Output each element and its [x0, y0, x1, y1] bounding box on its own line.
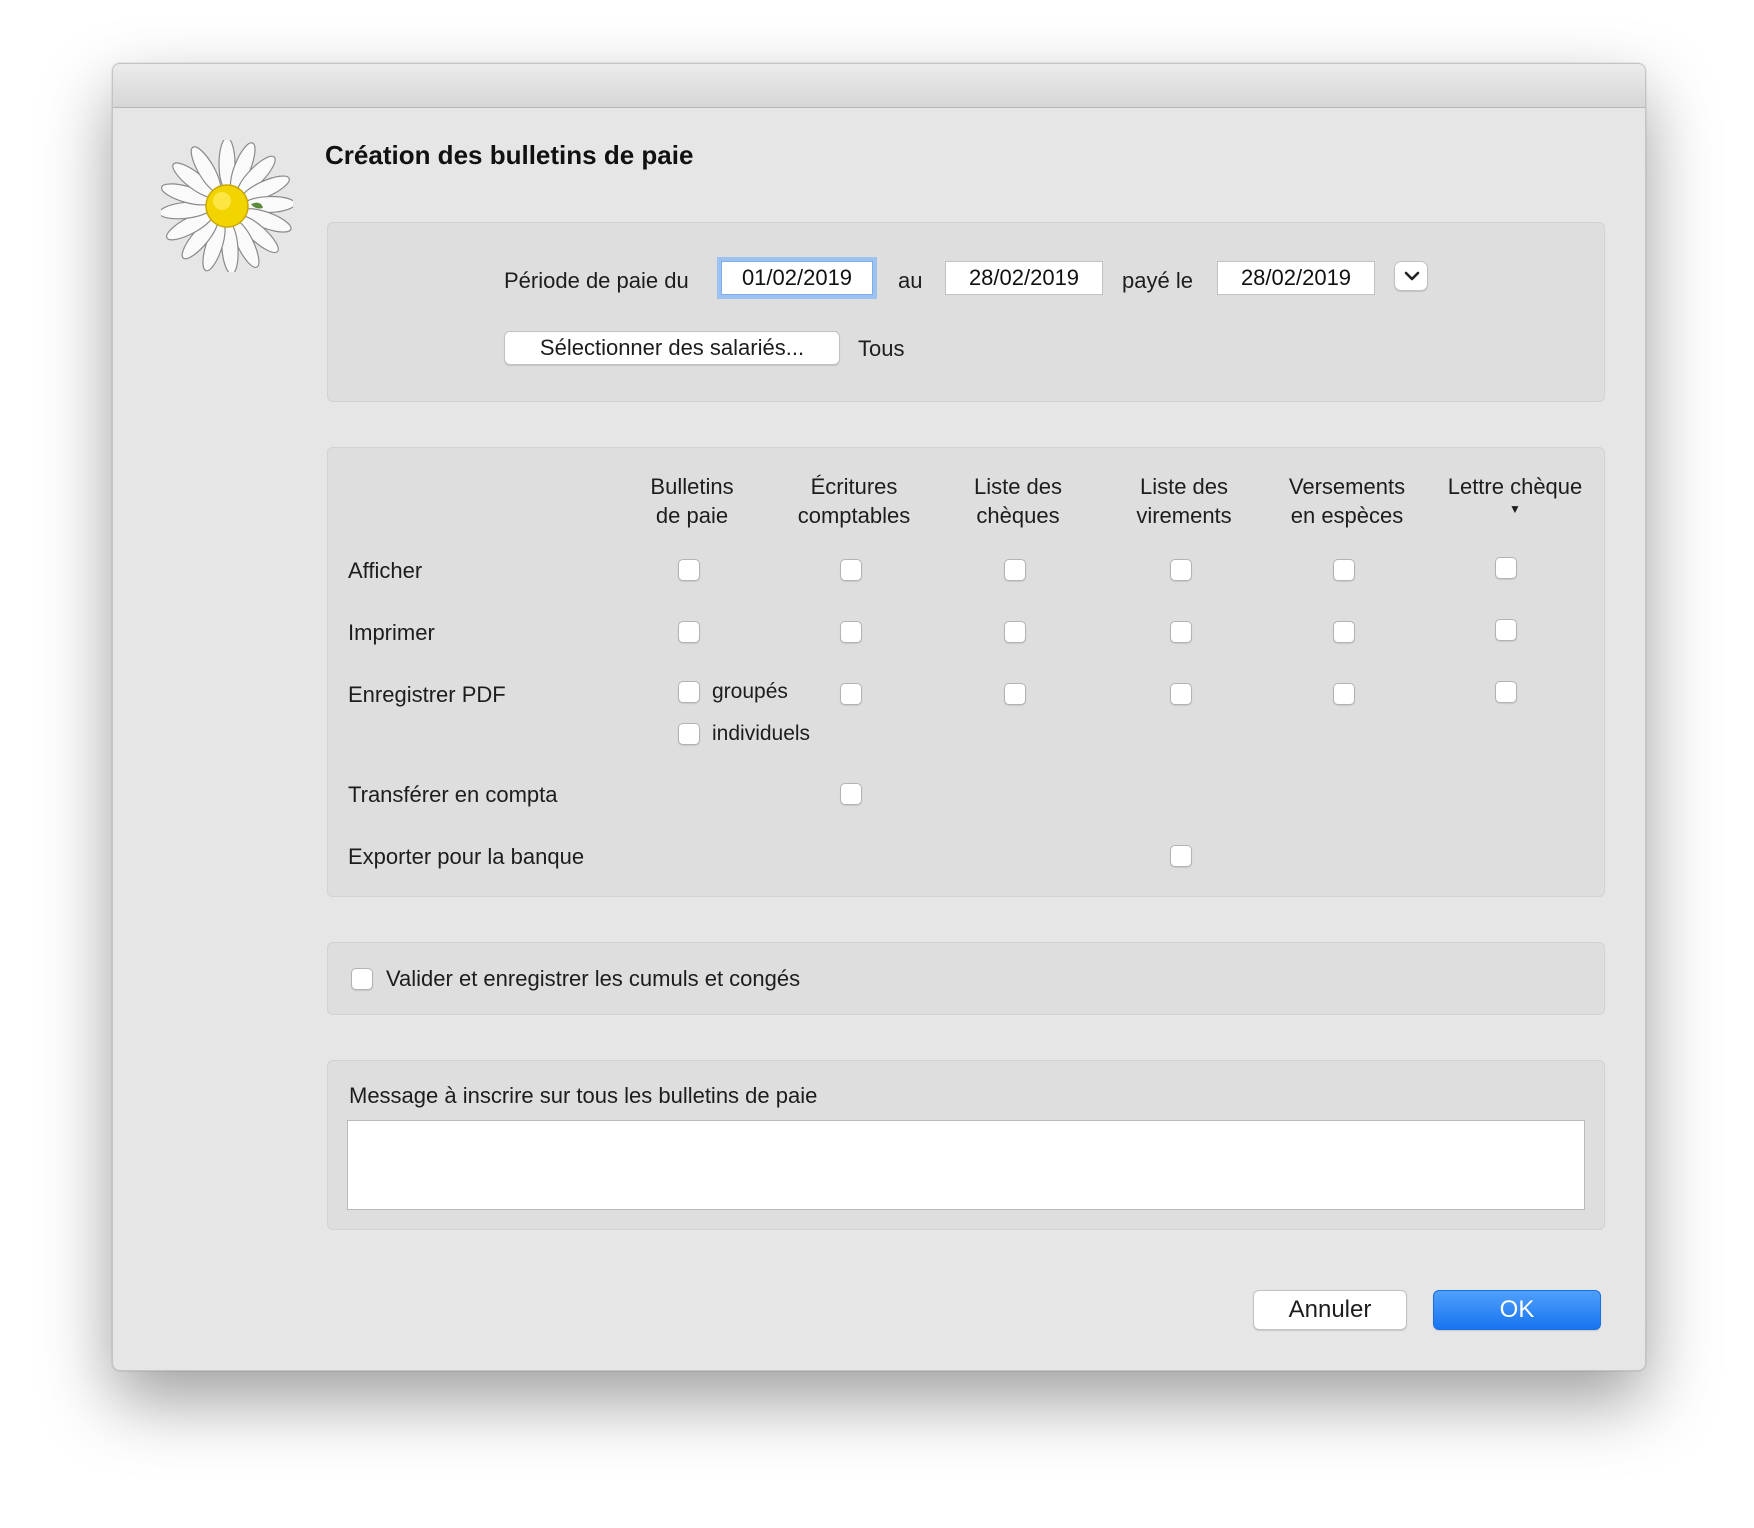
- checkbox-print-cheques[interactable]: [1004, 621, 1026, 643]
- chevron-down-icon: [1404, 271, 1420, 281]
- col-header-accounting-line2: comptables: [797, 503, 911, 528]
- col-header-transfers-line1: Liste des: [1139, 474, 1229, 499]
- message-textarea[interactable]: [347, 1120, 1585, 1210]
- period-panel: Période de paie du au payé le Sélectionn…: [327, 222, 1605, 402]
- title-bar[interactable]: [113, 64, 1645, 108]
- checkbox-pdf-grouped[interactable]: [678, 681, 700, 703]
- period-from-label: Période de paie du: [504, 268, 689, 293]
- row-label-transfer-accounting: Transférer en compta: [348, 782, 558, 807]
- col-header-cheque-letter-line1: Lettre chèque: [1447, 474, 1583, 499]
- ok-button[interactable]: OK: [1433, 1290, 1601, 1330]
- row-label-print: Imprimer: [348, 620, 435, 645]
- checkbox-print-payslips[interactable]: [678, 621, 700, 643]
- col-header-accounting-line1: Écritures: [810, 474, 898, 499]
- checkbox-print-cheque-letter[interactable]: [1495, 619, 1517, 641]
- checkbox-display-payslips[interactable]: [678, 559, 700, 581]
- date-dropdown-button[interactable]: [1394, 261, 1428, 291]
- col-header-cheques-line2: chèques: [976, 503, 1060, 528]
- checkbox-pdf-cash[interactable]: [1333, 683, 1355, 705]
- checkbox-pdf-cheque-letter[interactable]: [1495, 681, 1517, 703]
- col-header-cash-line1: Versements: [1288, 474, 1406, 499]
- paid-date-label: payé le: [1122, 268, 1193, 293]
- validate-cumuls-label: Valider et enregistrer les cumuls et con…: [386, 966, 801, 991]
- outputs-panel: Bulletins de paie Écritures comptables L…: [327, 447, 1605, 897]
- checkbox-print-accounting[interactable]: [840, 621, 862, 643]
- checkbox-transfer-accounting[interactable]: [840, 783, 862, 805]
- col-header-cheques-line1: Liste des: [973, 474, 1063, 499]
- checkbox-pdf-transfers[interactable]: [1170, 683, 1192, 705]
- pdf-individual-label: individuels: [712, 722, 811, 745]
- dialog-title: Création des bulletins de paie: [325, 140, 694, 170]
- checkbox-validate-cumuls[interactable]: [351, 968, 373, 990]
- validate-panel: Valider et enregistrer les cumuls et con…: [327, 942, 1605, 1015]
- row-label-display: Afficher: [348, 558, 423, 583]
- checkbox-pdf-individual[interactable]: [678, 723, 700, 745]
- pdf-grouped-label: groupés: [712, 680, 788, 703]
- col-header-transfers: Liste des virements: [1109, 472, 1259, 530]
- col-header-cheque-letter[interactable]: Lettre chèque ▼: [1435, 472, 1595, 515]
- checkbox-display-cheque-letter[interactable]: [1495, 557, 1517, 579]
- col-header-cheques: Liste des chèques: [943, 472, 1093, 530]
- period-to-label: au: [898, 268, 923, 293]
- col-header-transfers-line2: virements: [1136, 503, 1232, 528]
- row-label-save-pdf: Enregistrer PDF: [348, 682, 506, 707]
- checkbox-export-bank-transfers[interactable]: [1170, 845, 1192, 867]
- period-from-field[interactable]: [721, 261, 873, 295]
- col-header-payslips-line1: Bulletins: [650, 474, 734, 499]
- col-header-payslips-line2: de paie: [655, 503, 729, 528]
- checkbox-pdf-cheques[interactable]: [1004, 683, 1026, 705]
- row-label-export-bank: Exporter pour la banque: [348, 844, 585, 869]
- col-header-accounting: Écritures comptables: [779, 472, 929, 530]
- checkbox-display-cheques[interactable]: [1004, 559, 1026, 581]
- paid-date-field[interactable]: [1217, 261, 1375, 295]
- checkbox-display-cash[interactable]: [1333, 559, 1355, 581]
- period-to-field[interactable]: [945, 261, 1103, 295]
- col-header-cash: Versements en espèces: [1272, 472, 1422, 530]
- caret-down-icon: ▼: [1509, 502, 1521, 516]
- message-label: Message à inscrire sur tous les bulletin…: [349, 1083, 818, 1108]
- col-header-payslips: Bulletins de paie: [617, 472, 767, 530]
- checkbox-print-cash[interactable]: [1333, 621, 1355, 643]
- col-header-cash-line2: en espèces: [1290, 503, 1404, 528]
- checkbox-print-transfers[interactable]: [1170, 621, 1192, 643]
- cancel-button[interactable]: Annuler: [1253, 1290, 1407, 1330]
- checkbox-display-accounting[interactable]: [840, 559, 862, 581]
- daisy-logo-icon: [161, 140, 293, 272]
- checkbox-pdf-accounting[interactable]: [840, 683, 862, 705]
- message-panel: Message à inscrire sur tous les bulletin…: [327, 1060, 1605, 1230]
- checkbox-display-transfers[interactable]: [1170, 559, 1192, 581]
- select-employees-button[interactable]: Sélectionner des salariés...: [504, 331, 840, 365]
- selection-status: Tous: [858, 336, 905, 361]
- dialog-window: Création des bulletins de paie Période d…: [112, 63, 1646, 1371]
